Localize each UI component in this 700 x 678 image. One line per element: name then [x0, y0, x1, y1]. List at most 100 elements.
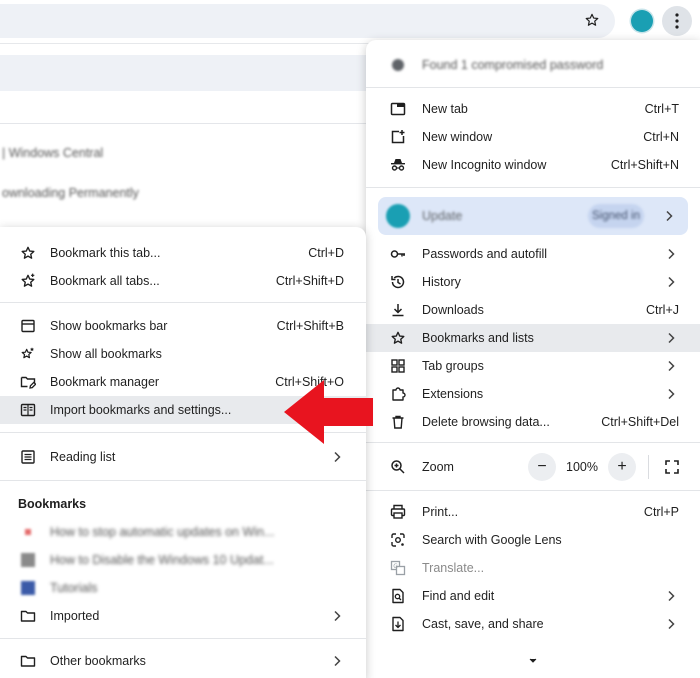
- menu-item-translate[interactable]: G Translate...: [366, 554, 700, 582]
- menu-item-label: Translate...: [422, 561, 485, 575]
- key-icon: [390, 246, 406, 262]
- chevron-right-icon: [664, 210, 674, 222]
- chevron-right-icon: [666, 360, 676, 372]
- menu-item-other-bookmarks[interactable]: Other bookmarks: [0, 647, 366, 675]
- zoom-level: 100%: [566, 460, 598, 474]
- page-background-text: ownloading Permanently: [2, 186, 139, 200]
- favicon-icon: [20, 524, 36, 540]
- menu-item-label: Bookmark all tabs...: [50, 274, 160, 288]
- red-arrow-annotation: [284, 380, 373, 444]
- menu-item-label: New tab: [422, 102, 468, 116]
- profile-avatar: [386, 204, 410, 228]
- menu-item-delete-browsing-data[interactable]: Delete browsing data... Ctrl+Shift+Del: [366, 408, 700, 436]
- zoom-out-button[interactable]: −: [528, 453, 556, 481]
- favicon-icon: [20, 580, 36, 596]
- page-background-band: [0, 55, 380, 91]
- menu-item-extensions[interactable]: Extensions: [366, 380, 700, 408]
- fullscreen-icon[interactable]: [658, 453, 686, 481]
- menu-item-show-bookmarks-bar[interactable]: Show bookmarks bar Ctrl+Shift+B: [0, 312, 366, 340]
- menu-item-label: Bookmarks and lists: [422, 331, 534, 345]
- chevron-right-icon: [666, 332, 676, 344]
- signed-in-badge: Signed in: [588, 204, 644, 228]
- chevron-right-icon: [666, 276, 676, 288]
- new-window-icon: [390, 129, 406, 145]
- menu-item-bookmarks-and-lists[interactable]: Bookmarks and lists: [366, 324, 700, 352]
- history-icon: [390, 274, 406, 290]
- bookmark-item[interactable]: How to Disable the Windows 10 Updat...: [0, 546, 366, 574]
- chevron-right-icon: [666, 618, 676, 630]
- menu-item-label: Find and edit: [422, 589, 495, 603]
- new-tab-icon: [390, 101, 406, 117]
- zoom-in-button[interactable]: +: [608, 453, 636, 481]
- menu-item-label: Reading list: [50, 450, 116, 464]
- menu-item-label: Import bookmarks and settings...: [50, 403, 232, 417]
- menu-item-new-tab[interactable]: New tab Ctrl+T: [366, 95, 700, 123]
- menu-item-google-lens[interactable]: Search with Google Lens: [366, 526, 700, 554]
- profile-avatar[interactable]: [631, 10, 653, 32]
- bookmarks-section-title: Bookmarks: [18, 497, 87, 511]
- menu-item-new-window[interactable]: New window Ctrl+N: [366, 123, 700, 151]
- menu-item-label: Cast, save, and share: [422, 617, 544, 631]
- menu-item-show-all-bookmarks[interactable]: Show all bookmarks: [0, 340, 366, 368]
- bookmark-item[interactable]: Tutorials: [0, 574, 366, 602]
- password-check-row[interactable]: Found 1 compromised password: [366, 48, 700, 82]
- star-icon: [390, 330, 406, 346]
- menu-item-label: Show bookmarks bar: [50, 319, 168, 333]
- menu-item-reading-list[interactable]: Reading list: [0, 443, 366, 471]
- page-background-text: | Windows Central: [2, 146, 104, 160]
- browser-toolbar: [0, 0, 700, 44]
- shortcut-label: Ctrl+Shift+B: [276, 319, 344, 333]
- chevron-down-icon[interactable]: [528, 654, 538, 663]
- menu-item-history[interactable]: History: [366, 268, 700, 296]
- menu-item-print[interactable]: Print... Ctrl+P: [366, 498, 700, 526]
- star-icon: [20, 245, 36, 261]
- menu-item-passwords-and-autofill[interactable]: Passwords and autofill: [366, 240, 700, 268]
- bookmark-item[interactable]: How to stop automatic updates on Win...: [0, 518, 366, 546]
- menu-item-bookmark-all-tabs[interactable]: Bookmark all tabs... Ctrl+Shift+D: [0, 267, 366, 295]
- menu-item-imported-folder[interactable]: Imported: [0, 602, 366, 630]
- reading-list-icon: [20, 449, 36, 465]
- menu-item-label: Tab groups: [422, 359, 484, 373]
- menu-divider: [366, 442, 700, 443]
- shortcut-label: Ctrl+Shift+D: [275, 274, 344, 288]
- profile-row[interactable]: Update Signed in: [378, 197, 688, 235]
- menu-item-find-and-edit[interactable]: Find and edit: [366, 582, 700, 610]
- menu-item-cast-save-share[interactable]: Cast, save, and share: [366, 610, 700, 638]
- menu-item-label: Bookmark manager: [50, 375, 160, 389]
- more-menu-icon[interactable]: [662, 6, 692, 36]
- bookmark-label: How to stop automatic updates on Win...: [50, 525, 275, 539]
- bookmark-label: Tutorials: [50, 581, 98, 595]
- chevron-right-icon: [332, 451, 342, 463]
- shortcut-label: Ctrl+T: [644, 102, 679, 116]
- incognito-icon: [390, 157, 406, 173]
- translate-icon: G: [390, 560, 406, 576]
- print-icon: [390, 504, 406, 520]
- address-bar[interactable]: [0, 4, 615, 38]
- folder-icon: [20, 653, 36, 669]
- menu-item-tab-groups[interactable]: Tab groups: [366, 352, 700, 380]
- menu-item-label: Bookmark this tab...: [50, 246, 161, 260]
- password-warning-icon: [390, 57, 406, 73]
- shortcut-label: Ctrl+P: [643, 505, 679, 519]
- shortcut-label: Ctrl+Shift+Del: [601, 415, 679, 429]
- shortcut-label: Ctrl+N: [643, 130, 679, 144]
- stars-icon: [20, 346, 36, 362]
- menu-item-label: New window: [422, 130, 493, 144]
- menu-divider: [0, 302, 366, 303]
- folder-icon: [20, 608, 36, 624]
- import-book-icon: [20, 402, 36, 418]
- menu-item-new-incognito-window[interactable]: New Incognito window Ctrl+Shift+N: [366, 151, 700, 179]
- folder-edit-icon: [20, 374, 36, 390]
- download-icon: [390, 302, 406, 318]
- menu-item-bookmark-this-tab[interactable]: Bookmark this tab... Ctrl+D: [0, 239, 366, 267]
- menu-divider: [366, 490, 700, 491]
- shortcut-label: Ctrl+D: [308, 246, 344, 260]
- menu-item-downloads[interactable]: Downloads Ctrl+J: [366, 296, 700, 324]
- bookmarks-bar-icon: [20, 318, 36, 334]
- menu-item-label: Delete browsing data...: [422, 415, 550, 429]
- shortcut-label: Ctrl+J: [646, 303, 679, 317]
- star-plus-icon: [20, 273, 36, 289]
- cast-icon: [390, 616, 406, 632]
- zoom-divider: [648, 455, 649, 479]
- bookmark-star-icon[interactable]: [581, 9, 603, 31]
